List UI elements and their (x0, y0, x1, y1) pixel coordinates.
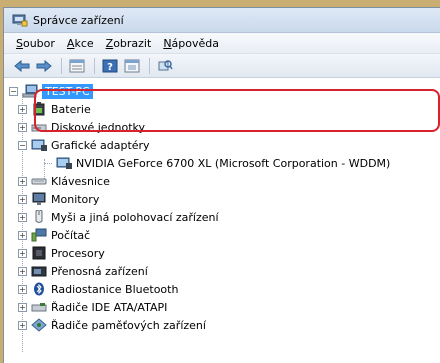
collapse-icon[interactable]: − (18, 140, 27, 150)
expand-icon[interactable]: + (18, 176, 27, 186)
expand-icon[interactable]: + (18, 284, 27, 294)
toolbar-separator (94, 57, 95, 74)
portable-device-icon (31, 266, 47, 277)
back-icon[interactable] (12, 57, 32, 75)
tree-item-monitors[interactable]: + Monitory (18, 190, 99, 208)
toolbar: ? (4, 54, 440, 78)
expand-icon[interactable]: + (18, 122, 27, 132)
svg-text:?: ? (107, 62, 113, 73)
tree-item-nvidia-adapter[interactable]: NVIDIA GeForce 6700 XL (Microsoft Corpor… (44, 154, 390, 172)
device-manager-window: Správce zařízení Soubor Akce Zobrazit Ná… (3, 7, 440, 363)
menu-view[interactable]: Zobrazit (100, 37, 158, 50)
display-adapter-icon (31, 139, 47, 151)
tree-item-display-adapters[interactable]: − Grafické adaptéry (18, 136, 150, 154)
scan-hardware-icon[interactable] (155, 57, 175, 75)
processor-icon (32, 246, 46, 260)
tree-item-storage-controllers[interactable]: + Řadiče paměťových zařízení (18, 316, 206, 334)
tree-item-computer[interactable]: + Počítač (18, 226, 90, 244)
expand-icon[interactable]: + (18, 266, 27, 276)
toolbar-separator (149, 57, 150, 74)
expand-icon[interactable]: + (18, 320, 27, 330)
forward-icon[interactable] (34, 57, 54, 75)
properties-icon[interactable] (67, 57, 87, 75)
tree-item-processors[interactable]: + Procesory (18, 244, 105, 262)
expand-icon[interactable]: + (18, 194, 27, 204)
tree-item-bluetooth[interactable]: + Radiostanice Bluetooth (18, 280, 178, 298)
tree-item-ide-controllers[interactable]: + Řadiče IDE ATA/ATAPI (18, 298, 167, 316)
menu-help[interactable]: Nápověda (157, 37, 225, 50)
monitor-icon (32, 192, 46, 205)
update-driver-icon[interactable] (122, 57, 142, 75)
expand-icon[interactable]: + (18, 230, 27, 240)
collapse-icon[interactable]: − (9, 86, 18, 96)
toolbar-separator (61, 57, 62, 74)
display-adapter-icon (56, 157, 72, 169)
window-title: Správce zařízení (33, 13, 124, 27)
ide-controller-icon (31, 303, 47, 312)
help-icon[interactable]: ? (100, 57, 120, 75)
bluetooth-icon (34, 282, 44, 296)
expand-icon[interactable]: + (18, 302, 27, 312)
storage-controller-icon (31, 318, 47, 332)
menu-bar: Soubor Akce Zobrazit Nápověda (4, 33, 440, 54)
keyboard-icon (31, 178, 47, 185)
tree-item-portable-devices[interactable]: + Přenosná zařízení (18, 262, 148, 280)
tree-item-keyboards[interactable]: + Klávesnice (18, 172, 110, 190)
tree-guide-line (44, 163, 52, 164)
menu-file[interactable]: Soubor (10, 37, 61, 50)
menu-action[interactable]: Akce (61, 37, 100, 50)
expand-icon[interactable]: + (18, 248, 27, 258)
mouse-icon (35, 210, 43, 223)
title-bar[interactable]: Správce zařízení (4, 8, 440, 33)
device-manager-icon (12, 14, 28, 27)
expand-icon[interactable]: + (18, 212, 27, 222)
tree-item-mice[interactable]: + Myši a jiná polohovací zařízení (18, 208, 219, 226)
computer-icon (31, 228, 47, 242)
expand-icon[interactable]: + (18, 104, 27, 114)
highlight-box (34, 89, 440, 132)
